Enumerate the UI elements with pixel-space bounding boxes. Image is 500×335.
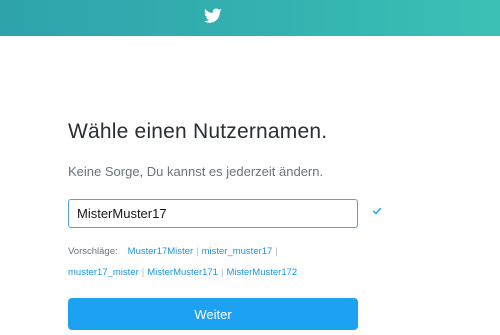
top-bar: [0, 0, 500, 36]
separator: |: [196, 246, 199, 257]
suggestion-link[interactable]: MisterMuster172: [226, 267, 297, 278]
separator: |: [275, 246, 278, 257]
username-suggestions: Vorschläge: Muster17Mister | mister_muster1…: [68, 241, 398, 283]
twitter-bird-icon: [204, 8, 222, 23]
suggestion-link[interactable]: Muster17Mister: [128, 246, 193, 257]
page-subtitle: Keine Sorge, Du kannst es jederzeit ände…: [68, 164, 324, 179]
suggestion-link[interactable]: muster17_mister: [68, 267, 139, 278]
suggestion-link[interactable]: mister_muster17: [202, 246, 273, 257]
username-input[interactable]: [68, 199, 358, 228]
next-button[interactable]: Weiter: [68, 298, 358, 330]
suggestions-label: Vorschläge:: [68, 246, 118, 257]
page-title: Wähle einen Nutzernamen.: [68, 120, 328, 143]
separator: |: [141, 267, 145, 278]
checkmark-icon: [372, 207, 382, 215]
suggestion-link[interactable]: MisterMuster171: [147, 267, 218, 278]
